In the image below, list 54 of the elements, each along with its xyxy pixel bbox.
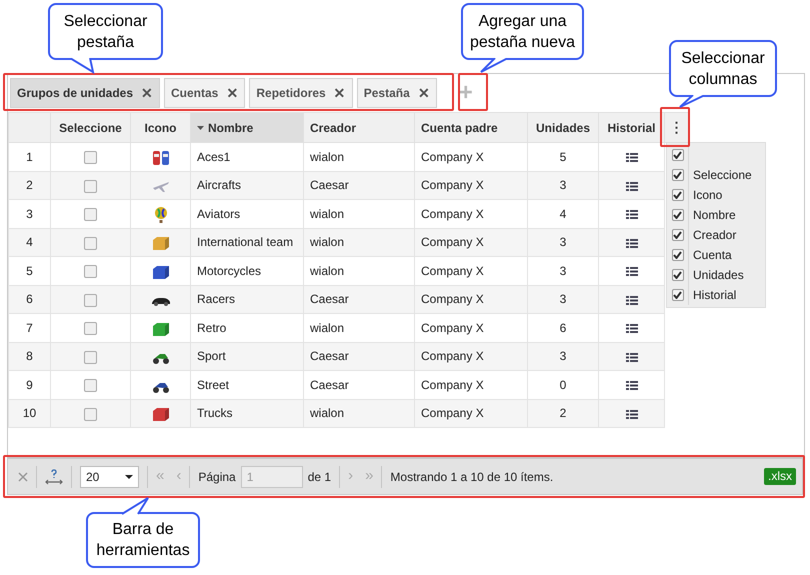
table-cell: wialon	[304, 399, 414, 428]
table-cell: 0	[528, 370, 598, 399]
close-tab-button[interactable]: ✕	[418, 86, 430, 100]
tab[interactable]: Pestaña ✕	[356, 78, 437, 108]
table-cell: 5	[8, 256, 50, 285]
table-cell: Company X	[414, 142, 528, 171]
column-option[interactable]: Nombre	[693, 206, 736, 224]
callout: Seleccionar columnas	[669, 40, 777, 97]
table-cell: 5	[528, 142, 598, 171]
export-button[interactable]: .xlsx	[764, 468, 796, 485]
table-cell: 2	[528, 399, 598, 428]
column-option[interactable]: Icono	[693, 186, 722, 204]
table-cell: 4	[528, 200, 598, 228]
table-cell: 6	[528, 314, 598, 342]
table-cell: wialon	[304, 314, 414, 342]
page-size-dropdown[interactable]: 20	[80, 466, 139, 488]
column-option[interactable]: Creador	[693, 226, 736, 244]
table-cell: 3	[8, 200, 50, 228]
page-total: de 1	[308, 468, 332, 486]
tab[interactable]: Repetidores ✕	[249, 78, 353, 108]
table-cell: Aces1	[190, 142, 304, 171]
callout: Seleccionar pestaña	[48, 3, 163, 60]
table-cell: 10	[8, 399, 50, 428]
table-cell: Retro	[190, 314, 304, 342]
table-cell: Aviators	[190, 200, 304, 228]
table-cell: wialon	[304, 256, 414, 285]
tab[interactable]: Grupos de unidades ✕	[10, 78, 160, 108]
close-tab-button[interactable]: ✕	[141, 86, 154, 100]
table-cell: 1	[8, 142, 50, 171]
table-cell: Caesar	[304, 370, 414, 399]
column-header[interactable]: Nombre	[190, 112, 304, 142]
table-cell: 9	[8, 370, 50, 399]
page-label: Página	[198, 468, 236, 486]
close-tab-button[interactable]: ✕	[226, 86, 238, 100]
table-cell: 7	[8, 314, 50, 342]
close-tab-button[interactable]: ✕	[334, 86, 346, 100]
status-text: Mostrando 1 a 10 de 10 ítems.	[390, 468, 554, 486]
column-menu-button[interactable]: ⋮	[664, 112, 688, 142]
tab[interactable]: Cuentas ✕	[164, 78, 246, 108]
table-cell: Company X	[414, 399, 528, 428]
table-cell: wialon	[304, 200, 414, 228]
column-option[interactable]: Historial	[693, 286, 736, 304]
table-cell: Motorcycles	[190, 256, 304, 285]
table-cell: 3	[528, 256, 598, 285]
table-cell: Company X	[414, 200, 528, 228]
table-cell: Company X	[414, 314, 528, 342]
table-cell: Company X	[414, 256, 528, 285]
column-option[interactable]: Seleccione	[693, 166, 752, 184]
column-option[interactable]: Unidades	[693, 266, 744, 284]
column-option[interactable]: Cuenta	[693, 246, 732, 264]
table-cell: Company X	[414, 370, 528, 399]
table-cell: Trucks	[190, 399, 304, 428]
table-cell: wialon	[304, 142, 414, 171]
table-cell: Street	[190, 370, 304, 399]
